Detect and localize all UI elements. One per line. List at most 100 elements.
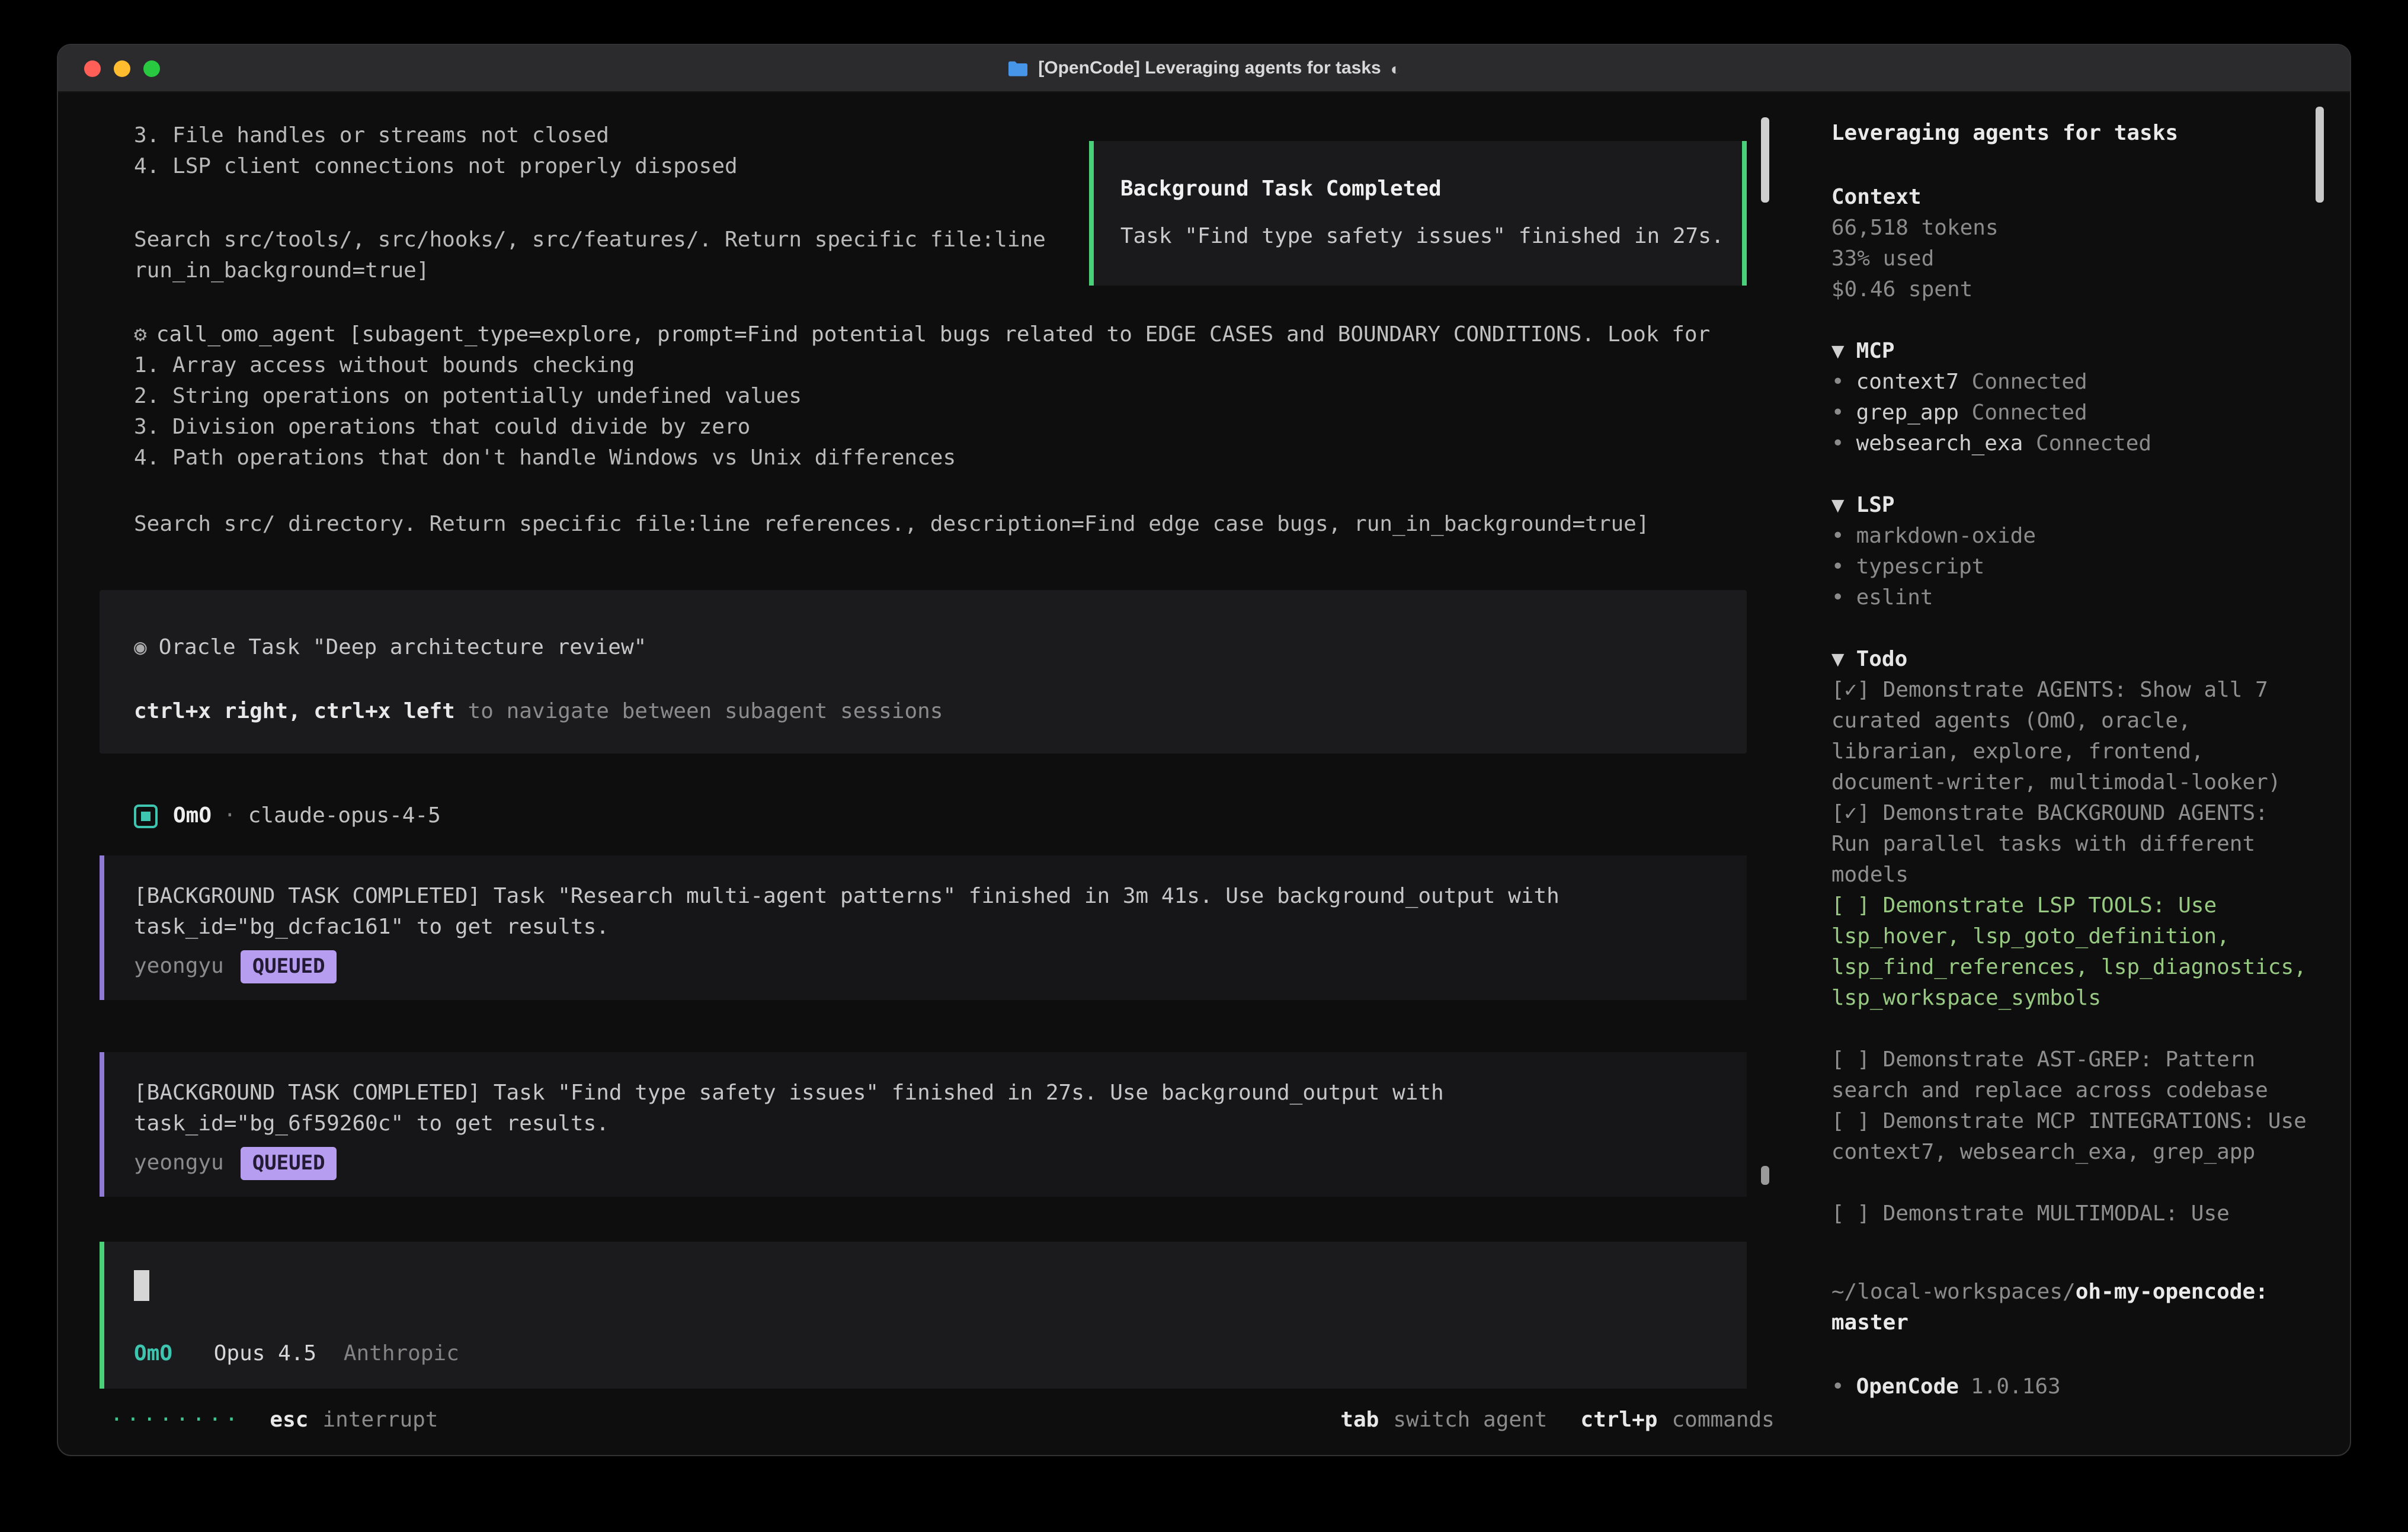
context-tokens: 66,518 tokens <box>1831 213 2317 244</box>
mcp-section: ▼MCP • context7 Connected •grep_app Conne… <box>1831 336 2317 460</box>
tool-call-list: 1. Array access without bounds checking … <box>100 351 1747 474</box>
mcp-status: Connected <box>1972 370 2087 395</box>
queued-badge: QUEUED <box>241 1147 337 1180</box>
checkbox-checked-icon: [✓] <box>1831 801 1870 826</box>
session-status-icon: ◐ <box>1391 59 1401 78</box>
conversation-log: 3. File handles or streams not closed 4.… <box>58 92 1805 1395</box>
mcp-name: websearch_exa <box>1856 431 2023 456</box>
oracle-icon: ◉ <box>134 635 147 660</box>
message-meta: yeongyu QUEUED <box>134 1147 1714 1180</box>
background-task-message: [BACKGROUND TASK COMPLETED] Task "Resear… <box>100 855 1747 1000</box>
navigation-hint: ctrl+x right, ctrl+x left to navigate be… <box>134 697 1714 727</box>
screen: [OpenCode] Leveraging agents for tasks ◐… <box>0 0 2408 1532</box>
todo-item: [ ] Demonstrate MCP INTEGRATIONS: Use co… <box>1831 1107 2317 1168</box>
context-used: 33% used <box>1831 244 2317 275</box>
lsp-name: eslint <box>1856 585 1933 610</box>
zoom-button[interactable] <box>143 60 160 76</box>
message-author: yeongyu <box>134 1148 224 1179</box>
todo-text: Demonstrate LSP TOOLS: Use lsp_hover, ls… <box>1831 893 2307 1011</box>
mcp-name: context7 <box>1856 370 1959 395</box>
sidebar: Leveraging agents for tasks Context 66,5… <box>1805 92 2350 1456</box>
ctrlp-key-label: commands <box>1671 1407 1774 1432</box>
main-scrollbar-thumb-secondary[interactable] <box>1762 1166 1770 1185</box>
todo-text: Demonstrate BACKGROUND AGENTS: Run paral… <box>1831 801 2268 887</box>
todo-item: [✓] Demonstrate AGENTS: Show all 7 curat… <box>1831 675 2317 799</box>
checkbox-empty-icon: [ ] <box>1831 893 1870 918</box>
lsp-section-header[interactable]: ▼LSP <box>1831 491 2317 521</box>
window-title-text: [OpenCode] Leveraging agents for tasks <box>1038 58 1381 78</box>
close-button[interactable] <box>84 60 101 76</box>
message-line: [BACKGROUND TASK COMPLETED] Task "Resear… <box>134 882 1714 912</box>
minimize-button[interactable] <box>114 60 130 76</box>
model-info-line: OmO Opus 4.5 Anthropic <box>134 1339 1714 1370</box>
bullet-icon: • <box>1831 431 1845 456</box>
tool-call-line: ⚙call_omo_agent [subagent_type=explore, … <box>134 320 1747 351</box>
tab-key-label: switch agent <box>1393 1407 1547 1432</box>
oracle-task-text: Oracle Task "Deep architecture review" <box>159 635 647 660</box>
separator-dot: · <box>223 801 236 832</box>
lsp-item: •eslint <box>1831 583 2317 614</box>
todo-section: ▼Todo [✓] Demonstrate AGENTS: Show all 7… <box>1831 645 2317 1230</box>
oracle-task-title: ◉ Oracle Task "Deep architecture review" <box>134 633 1714 664</box>
tool-call-text: call_omo_agent [subagent_type=explore, p… <box>156 322 1711 347</box>
bullet-icon: • <box>1831 370 1845 395</box>
lsp-name: typescript <box>1856 555 1985 579</box>
message-line: task_id="bg_6f59260c" to get results. <box>134 1109 1714 1140</box>
chevron-down-icon: ▼ <box>1831 493 1845 518</box>
workspace-path: ~/local-workspaces/oh-my-opencode: maste… <box>1831 1277 2317 1339</box>
lsp-section: ▼LSP •markdown-oxide •typescript •eslint <box>1831 491 2317 614</box>
sidebar-scrollbar-thumb[interactable] <box>2316 107 2324 203</box>
tool-call-item: 1. Array access without bounds checking <box>134 351 1747 382</box>
background-task-message: [BACKGROUND TASK COMPLETED] Task "Find t… <box>100 1052 1747 1197</box>
chat-pane: 3. File handles or streams not closed 4.… <box>58 92 1805 1456</box>
todo-text: Demonstrate AGENTS: Show all 7 curated a… <box>1831 678 2281 795</box>
todo-item: [ ] Demonstrate AST-GREP: Pattern search… <box>1831 1045 2317 1107</box>
mcp-item: • websearch_exa Connected <box>1831 429 2317 460</box>
hint-keys: ctrl+x right, ctrl+x left <box>134 699 455 724</box>
message-line: task_id="bg_dcfac161" to get results. <box>134 912 1714 943</box>
mcp-heading-text: MCP <box>1856 339 1895 364</box>
todo-text: Demonstrate MCP INTEGRATIONS: Use contex… <box>1831 1109 2307 1165</box>
titlebar: [OpenCode] Leveraging agents for tasks ◐ <box>58 45 2350 92</box>
todo-item: [ ] Demonstrate LSP TOOLS: Use lsp_hover… <box>1831 891 2317 1014</box>
terminal-window: [OpenCode] Leveraging agents for tasks ◐… <box>57 44 2351 1456</box>
queued-badge: QUEUED <box>241 950 337 983</box>
main-scrollbar-thumb[interactable] <box>1762 117 1770 203</box>
session-title: Leveraging agents for tasks <box>1831 118 2317 149</box>
mcp-section-header[interactable]: ▼MCP <box>1831 336 2317 367</box>
bullet-icon: • <box>1831 524 1845 549</box>
esc-key-hint: esc <box>270 1407 308 1432</box>
context-section: Context 66,518 tokens 33% used $0.46 spe… <box>1831 182 2317 306</box>
input-agent-name: OmO <box>134 1341 172 1366</box>
bullet-icon: • <box>1831 555 1845 579</box>
agent-model: claude-opus-4-5 <box>248 801 441 832</box>
text-cursor <box>134 1270 149 1301</box>
message-line: [BACKGROUND TASK COMPLETED] Task "Find t… <box>134 1078 1714 1109</box>
oracle-task-panel: ◉Oracle Task "Deep architecture review" … <box>100 590 1747 754</box>
message-author: yeongyu <box>134 951 224 982</box>
agent-icon <box>134 805 158 828</box>
todo-section-header[interactable]: ▼Todo <box>1831 645 2317 675</box>
bullet-icon: • <box>1831 1374 1845 1399</box>
tool-call-item: 4. Path operations that don't handle Win… <box>134 443 1747 474</box>
agent-icon-fill <box>141 812 150 821</box>
mcp-item: •grep_app Connected <box>1831 398 2317 429</box>
tool-call-item: 3. Division operations that could divide… <box>134 412 1747 443</box>
window-controls <box>58 60 160 76</box>
workspace-dir: ~/local-workspaces/ <box>1831 1280 2076 1305</box>
folder-icon <box>1007 60 1029 76</box>
todo-text: Demonstrate MULTIMODAL: Use <box>1883 1201 2230 1226</box>
input-model-name: Opus 4.5 <box>214 1341 316 1366</box>
tool-call-item: 2. String operations on potentially unde… <box>134 382 1747 412</box>
mcp-status: Connected <box>2036 431 2151 456</box>
prompt-input[interactable]: OmO Opus 4.5 Anthropic <box>100 1242 1747 1389</box>
esc-key-label: interrupt <box>322 1407 438 1432</box>
statusbar: ········ esc interrupt tab switch agent … <box>58 1395 1805 1456</box>
message-meta: yeongyu QUEUED <box>134 950 1714 983</box>
mcp-status: Connected <box>1972 400 2087 425</box>
chevron-down-icon: ▼ <box>1831 647 1845 672</box>
app-name: OpenCode <box>1856 1374 1959 1399</box>
checkbox-checked-icon: [✓] <box>1831 678 1870 703</box>
tab-key-hint: tab <box>1340 1407 1379 1432</box>
checkbox-empty-icon: [ ] <box>1831 1109 1870 1134</box>
